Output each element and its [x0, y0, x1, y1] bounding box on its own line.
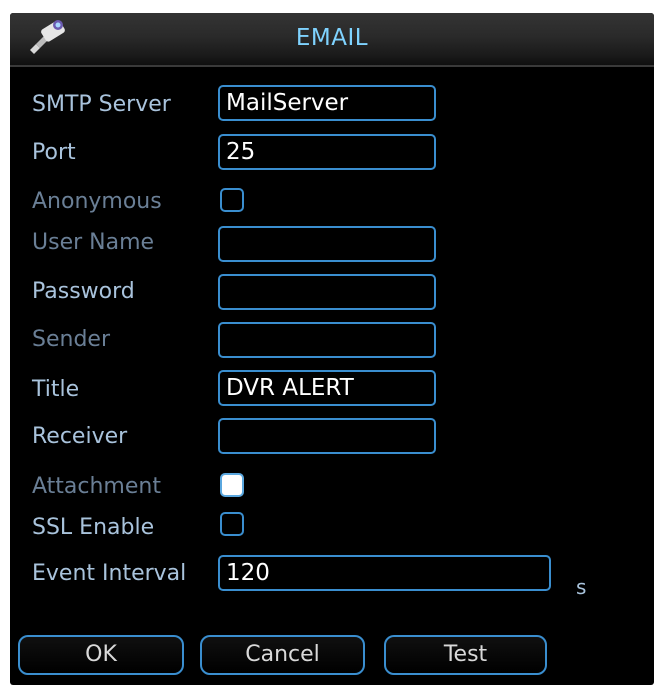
- sender-input[interactable]: [218, 322, 436, 358]
- anonymous-checkbox[interactable]: [220, 188, 244, 212]
- email-settings-dialog: EMAIL SMTP Server MailServer Port 25 Ano…: [10, 13, 654, 685]
- title-bar[interactable]: EMAIL: [10, 13, 654, 67]
- cancel-button[interactable]: Cancel: [200, 635, 365, 675]
- password-label: Password: [32, 279, 135, 304]
- event-interval-label: Event Interval: [32, 561, 187, 586]
- dialog-title: EMAIL: [295, 25, 369, 51]
- ssl-enable-checkbox[interactable]: [220, 512, 244, 536]
- attachment-checkbox[interactable]: [220, 473, 244, 497]
- port-label: Port: [32, 140, 76, 165]
- receiver-input[interactable]: [218, 418, 436, 454]
- smtp-server-input[interactable]: MailServer: [218, 85, 436, 121]
- ok-button[interactable]: OK: [18, 635, 184, 675]
- attachment-label: Attachment: [32, 474, 161, 499]
- title-input[interactable]: DVR ALERT: [218, 370, 436, 406]
- title-label: Title: [32, 377, 80, 402]
- event-interval-input[interactable]: 120: [218, 555, 551, 591]
- event-interval-unit: s: [576, 575, 587, 599]
- user-name-input[interactable]: [218, 226, 436, 262]
- anonymous-label: Anonymous: [32, 189, 162, 214]
- ssl-enable-label: SSL Enable: [32, 515, 155, 540]
- password-input[interactable]: [218, 274, 436, 310]
- smtp-server-label: SMTP Server: [32, 92, 171, 117]
- receiver-label: Receiver: [32, 424, 128, 449]
- sender-label: Sender: [32, 327, 110, 352]
- user-name-label: User Name: [32, 230, 155, 255]
- test-button[interactable]: Test: [384, 635, 547, 675]
- port-input[interactable]: 25: [218, 134, 436, 170]
